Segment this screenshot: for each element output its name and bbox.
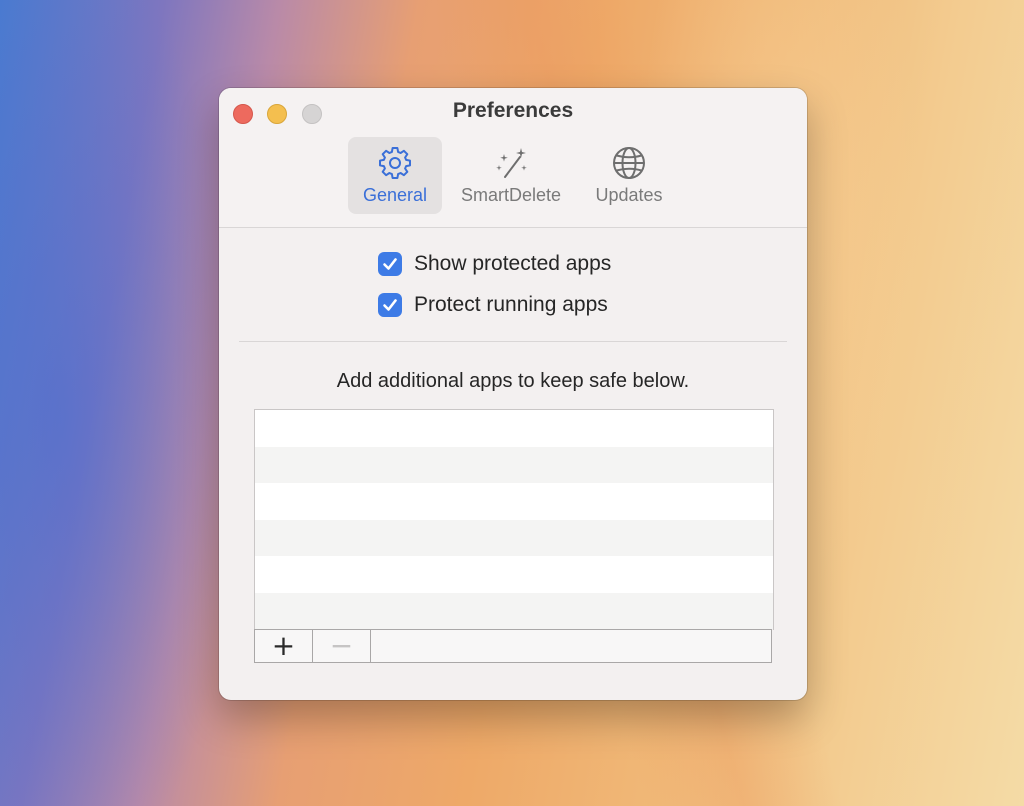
remove-app-button[interactable]: − [313, 630, 371, 662]
desktop-wallpaper: Preferences General SmartDelete Updates … [0, 0, 1024, 806]
tab-updates[interactable]: Updates [581, 137, 677, 214]
tab-general-label: General [362, 185, 428, 205]
list-footer-bar: + − [254, 629, 772, 663]
preferences-window: Preferences General SmartDelete Updates … [219, 88, 807, 700]
protect-running-apps-checkbox[interactable] [378, 293, 402, 317]
list-row[interactable] [255, 592, 773, 629]
tab-general[interactable]: General [348, 137, 442, 214]
protect-running-apps-option[interactable]: Protect running apps [378, 292, 608, 318]
safe-apps-list[interactable] [254, 409, 774, 630]
footer-spacer [371, 630, 771, 662]
list-row[interactable] [255, 519, 773, 556]
window-title: Preferences [452, 99, 574, 122]
show-protected-apps-option[interactable]: Show protected apps [378, 251, 611, 277]
checkmark-icon [383, 258, 397, 270]
section-divider [239, 341, 787, 342]
tab-updates-label: Updates [595, 185, 663, 205]
list-row[interactable] [255, 410, 773, 447]
magic-wand-icon [496, 148, 527, 178]
show-protected-apps-checkbox[interactable] [378, 252, 402, 276]
list-row[interactable] [255, 556, 773, 593]
toolbar: Preferences General SmartDelete Updates [219, 88, 807, 228]
protect-running-apps-label: Protect running apps [414, 293, 608, 316]
checkmark-icon [383, 299, 397, 311]
globe-icon [613, 147, 645, 179]
add-app-button[interactable]: + [255, 630, 313, 662]
tab-smartdelete[interactable]: SmartDelete [452, 137, 570, 214]
gear-icon [379, 147, 411, 179]
safe-list-instruction: Add additional apps to keep safe below. [336, 370, 690, 392]
tab-smartdelete-label: SmartDelete [460, 185, 562, 205]
list-row[interactable] [255, 483, 773, 520]
show-protected-apps-label: Show protected apps [414, 252, 612, 275]
list-row[interactable] [255, 446, 773, 483]
